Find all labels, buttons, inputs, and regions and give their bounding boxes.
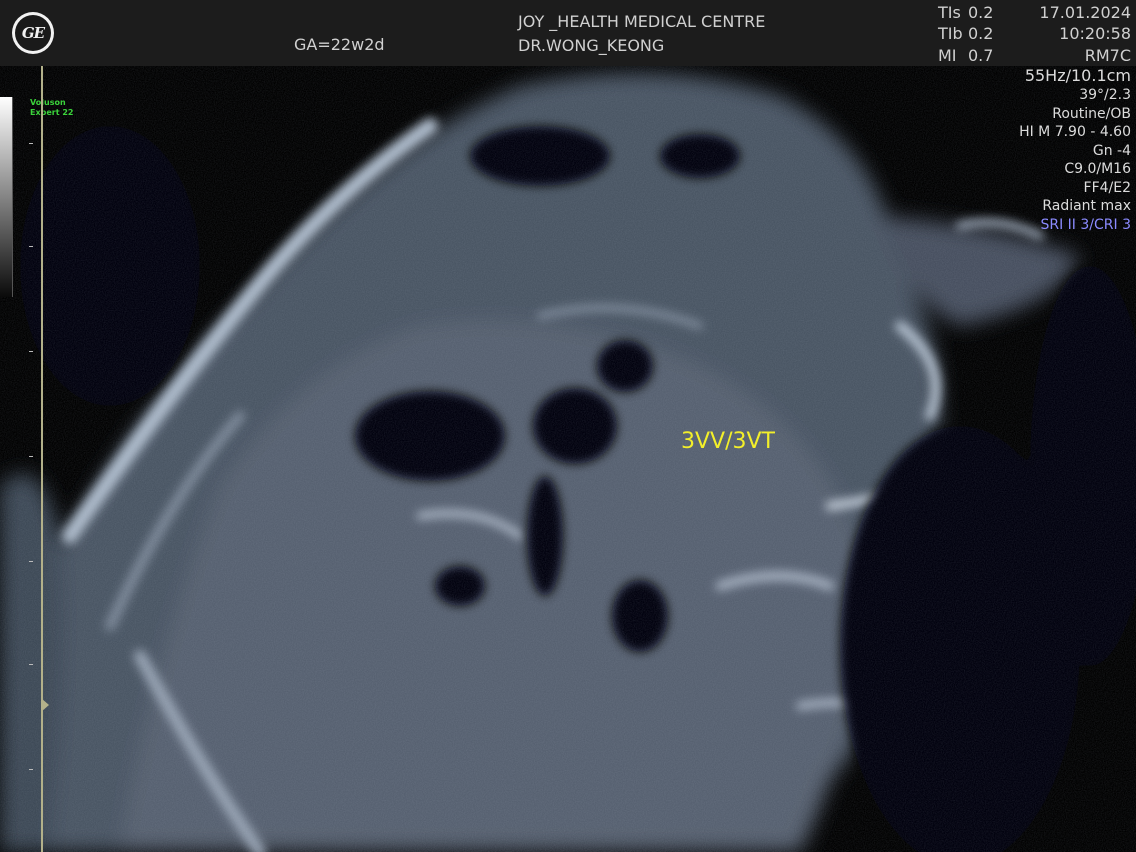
index-label: MI xyxy=(938,46,957,65)
doctor-name: DR.WONG_KEONG xyxy=(518,36,665,55)
index-value: 0.7 xyxy=(968,46,994,65)
sri-setting: SRI II 3/CRI 3 xyxy=(1040,216,1131,233)
header-bar: GE GA=22w2d JOY _HEALTH MEDICAL CENTRE D… xyxy=(0,0,1136,66)
voluson-brand: Voluson Expert 22 xyxy=(30,98,73,118)
exam-time: 10:20:58 xyxy=(1059,24,1131,43)
exam-date: 17.01.2024 xyxy=(1039,3,1131,22)
index-value: 0.2 xyxy=(968,3,994,22)
depth-tick xyxy=(29,143,33,144)
index-value: 0.2 xyxy=(968,24,994,43)
gain-setting: Gn -4 xyxy=(1092,142,1131,159)
grayscale-bar xyxy=(0,97,12,297)
depth-tick xyxy=(29,769,33,770)
depth-tick xyxy=(29,561,33,562)
filter-setting: FF4/E2 xyxy=(1083,179,1131,196)
index-label: TIs xyxy=(938,3,961,22)
depth-tick xyxy=(29,664,33,665)
focus-marker[interactable] xyxy=(41,698,49,712)
ge-logo: GE xyxy=(12,12,54,54)
harmonic-setting: HI M 7.90 - 4.60 xyxy=(1019,124,1131,140)
preset: Routine/OB xyxy=(1052,105,1131,122)
thermal-index-soft: TIs 0.2 xyxy=(938,3,993,22)
depth-tick xyxy=(29,456,33,457)
mechanical-index: MI 0.7 xyxy=(938,46,993,65)
grayscale-bar-edge xyxy=(12,97,13,297)
image-annotation[interactable]: 3VV/3VT xyxy=(681,429,775,454)
depth-ruler xyxy=(41,66,43,852)
probe-name: RM7C xyxy=(1084,46,1131,65)
index-label: TIb xyxy=(938,24,963,43)
brand-line: Expert 22 xyxy=(30,108,74,117)
ultrasound-image[interactable] xyxy=(0,66,1136,852)
frame-rate-depth: 55Hz/10.1cm xyxy=(1024,66,1131,85)
mode-setting: Radiant max xyxy=(1042,198,1131,214)
thermal-index-bone: TIb 0.2 xyxy=(938,24,993,43)
depth-tick xyxy=(29,351,33,352)
centre-name: JOY _HEALTH MEDICAL CENTRE xyxy=(518,12,766,31)
acquisition-parameters: 55Hz/10.1cm 39°/2.3 Routine/OB HI M 7.90… xyxy=(1019,66,1131,234)
processing-setting: C9.0/M16 xyxy=(1064,161,1131,177)
angle-setting: 39°/2.3 xyxy=(1079,87,1131,103)
gestational-age: GA=22w2d xyxy=(294,35,385,54)
depth-tick xyxy=(29,246,33,247)
brand-line: Voluson xyxy=(30,98,66,107)
ultrasound-scan-graphic xyxy=(0,66,1136,852)
ge-logo-text: GE xyxy=(15,15,51,51)
